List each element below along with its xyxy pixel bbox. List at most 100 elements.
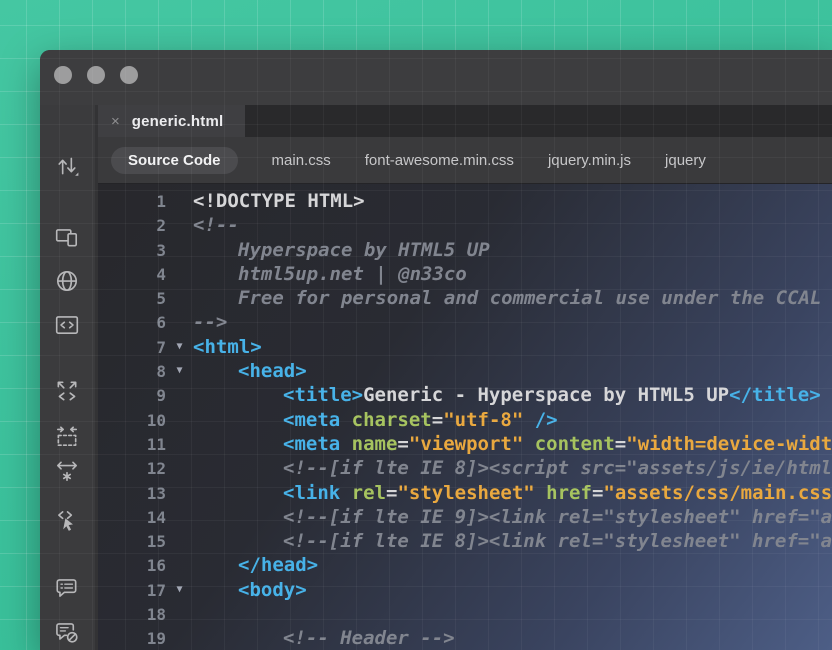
window-body: × generic.html Source Code main.css font-a…	[40, 105, 832, 650]
fold-gutter	[166, 481, 193, 505]
code-line-16[interactable]: 16 </head>	[98, 553, 832, 577]
line-number[interactable]: 8	[98, 359, 166, 383]
code-editor-icon[interactable]	[54, 312, 80, 338]
fold-toggle-icon[interactable]: ▼	[166, 335, 193, 359]
code-text: html5up.net | @n33co	[193, 262, 467, 286]
fold-gutter	[166, 626, 193, 650]
comments-icon[interactable]	[54, 575, 80, 601]
line-number[interactable]: 14	[98, 505, 166, 529]
code-line-2[interactable]: 2<!--	[98, 213, 832, 237]
globe-preview-icon[interactable]	[54, 268, 80, 294]
code-text: -->	[193, 310, 227, 334]
fold-gutter	[166, 408, 193, 432]
sidebar	[40, 105, 98, 650]
reorder-arrows-icon[interactable]	[54, 153, 80, 179]
fold-gutter	[166, 553, 193, 577]
window-zoom-button[interactable]	[120, 66, 138, 84]
find-replace-icon[interactable]	[54, 458, 80, 484]
line-number[interactable]: 2	[98, 213, 166, 237]
toolbar-tab-source-code[interactable]: Source Code	[111, 147, 238, 174]
window-controls	[54, 66, 138, 84]
file-switcher-toolbar: Source Code main.css font-awesome.min.css j…	[98, 137, 832, 184]
code-text: Hyperspace by HTML5 UP	[193, 238, 490, 262]
validation-icon[interactable]	[54, 619, 80, 645]
code-line-6[interactable]: 6 -->	[98, 310, 832, 334]
select-tool-icon[interactable]	[54, 507, 80, 533]
code-line-10[interactable]: 10 <meta charset="utf-8" />	[98, 408, 832, 432]
code-text: <meta charset="utf-8" />	[193, 408, 558, 432]
fold-gutter	[166, 213, 193, 237]
line-number[interactable]: 17	[98, 578, 166, 602]
code-line-8[interactable]: 8▼<head>	[98, 359, 832, 383]
code-line-1[interactable]: 1 <!DOCTYPE HTML>	[98, 189, 832, 213]
line-number[interactable]: 7	[98, 335, 166, 359]
line-number[interactable]: 11	[98, 432, 166, 456]
code-line-13[interactable]: 13 <link rel="stylesheet" href="assets/cs…	[98, 481, 832, 505]
line-number[interactable]: 4	[98, 262, 166, 286]
code-text: <!DOCTYPE HTML>	[193, 189, 365, 213]
toolbar-tab-jquery-min-js[interactable]: jquery.min.js	[548, 152, 631, 169]
line-number[interactable]: 9	[98, 383, 166, 407]
document-tab-generic-html[interactable]: × generic.html	[98, 105, 245, 137]
fold-gutter	[166, 383, 193, 407]
fold-gutter	[166, 310, 193, 334]
line-number[interactable]: 10	[98, 408, 166, 432]
editor-window: × generic.html Source Code main.css font-a…	[40, 50, 832, 650]
fold-gutter	[166, 602, 193, 626]
code-line-18[interactable]: 18	[98, 602, 832, 626]
code-line-5[interactable]: 5 Free for personal and commercial use un…	[98, 286, 832, 310]
promo-image: { "colors": { "desktop_teal": "#3cc19c",…	[0, 0, 832, 650]
line-number[interactable]: 3	[98, 238, 166, 262]
code-line-9[interactable]: 9 <title>Generic - Hyperspace by HTML5 UP…	[98, 383, 832, 407]
line-number[interactable]: 12	[98, 456, 166, 480]
code-editor-area[interactable]: 1 <!DOCTYPE HTML>2<!--3 Hyperspace by HTML…	[98, 184, 832, 650]
line-number[interactable]: 13	[98, 481, 166, 505]
fold-gutter	[166, 456, 193, 480]
fold-toggle-icon[interactable]: ▼	[166, 578, 193, 602]
toolbar-tab-main-css[interactable]: main.css	[272, 152, 331, 169]
fold-gutter	[166, 189, 193, 213]
code-line-3[interactable]: 3 Hyperspace by HTML5 UP	[98, 238, 832, 262]
code-text: <body>	[193, 578, 307, 602]
window-minimize-button[interactable]	[87, 66, 105, 84]
code-line-7[interactable]: 7▼<html>	[98, 335, 832, 359]
fold-toggle-icon[interactable]: ▼	[166, 359, 193, 383]
code-text: </head>	[193, 553, 318, 577]
line-number[interactable]: 5	[98, 286, 166, 310]
code-line-12[interactable]: 12 <!--[if lte IE 8]><script src="assets/…	[98, 456, 832, 480]
line-number[interactable]: 6	[98, 310, 166, 334]
fold-gutter	[166, 262, 193, 286]
code-line-17[interactable]: 17▼<body>	[98, 578, 832, 602]
code-text: <!--[if lte IE 9]><link rel="stylesheet"…	[193, 505, 832, 529]
toolbar-tab-font-awesome-min-css[interactable]: font-awesome.min.css	[365, 152, 514, 169]
line-number[interactable]: 18	[98, 602, 166, 626]
fold-gutter	[166, 432, 193, 456]
code-line-4[interactable]: 4 html5up.net | @n33co	[98, 262, 832, 286]
code-text: Free for personal and commercial use und…	[193, 286, 832, 310]
line-number[interactable]: 19	[98, 626, 166, 650]
devices-preview-icon[interactable]	[54, 224, 80, 250]
fold-gutter	[166, 529, 193, 553]
fold-gutter	[166, 238, 193, 262]
toolbar-tab-jquery[interactable]: jquery	[665, 152, 706, 169]
code-text: <head>	[193, 359, 307, 383]
clips-icon[interactable]	[54, 424, 80, 450]
code-line-11[interactable]: 11 <meta name="viewport" content="width=d…	[98, 432, 832, 456]
tab-filename: generic.html	[132, 113, 224, 130]
code-line-15[interactable]: 15 <!--[if lte IE 8]><link rel="styleshee…	[98, 529, 832, 553]
code-text: <!--[if lte IE 8]><link rel="stylesheet"…	[193, 529, 832, 553]
code-text: <!--[if lte IE 8]><script src="assets/js…	[193, 456, 832, 480]
code-text: <title>Generic - Hyperspace by HTML5 UP<…	[193, 383, 821, 407]
code-text: <meta name="viewport" content="width=dev…	[193, 432, 832, 456]
window-close-button[interactable]	[54, 66, 72, 84]
line-number[interactable]: 15	[98, 529, 166, 553]
code-navigator-icon[interactable]	[54, 378, 80, 404]
tab-close-icon[interactable]: ×	[111, 114, 120, 129]
line-number[interactable]: 16	[98, 553, 166, 577]
line-number[interactable]: 1	[98, 189, 166, 213]
code-line-19[interactable]: 19 <!-- Header -->	[98, 626, 832, 650]
code-text: <link rel="stylesheet" href="assets/css/…	[193, 481, 832, 505]
code-text: <!-- Header -->	[193, 626, 455, 650]
code-line-14[interactable]: 14 <!--[if lte IE 9]><link rel="styleshee…	[98, 505, 832, 529]
code-text: <html>	[193, 335, 262, 359]
